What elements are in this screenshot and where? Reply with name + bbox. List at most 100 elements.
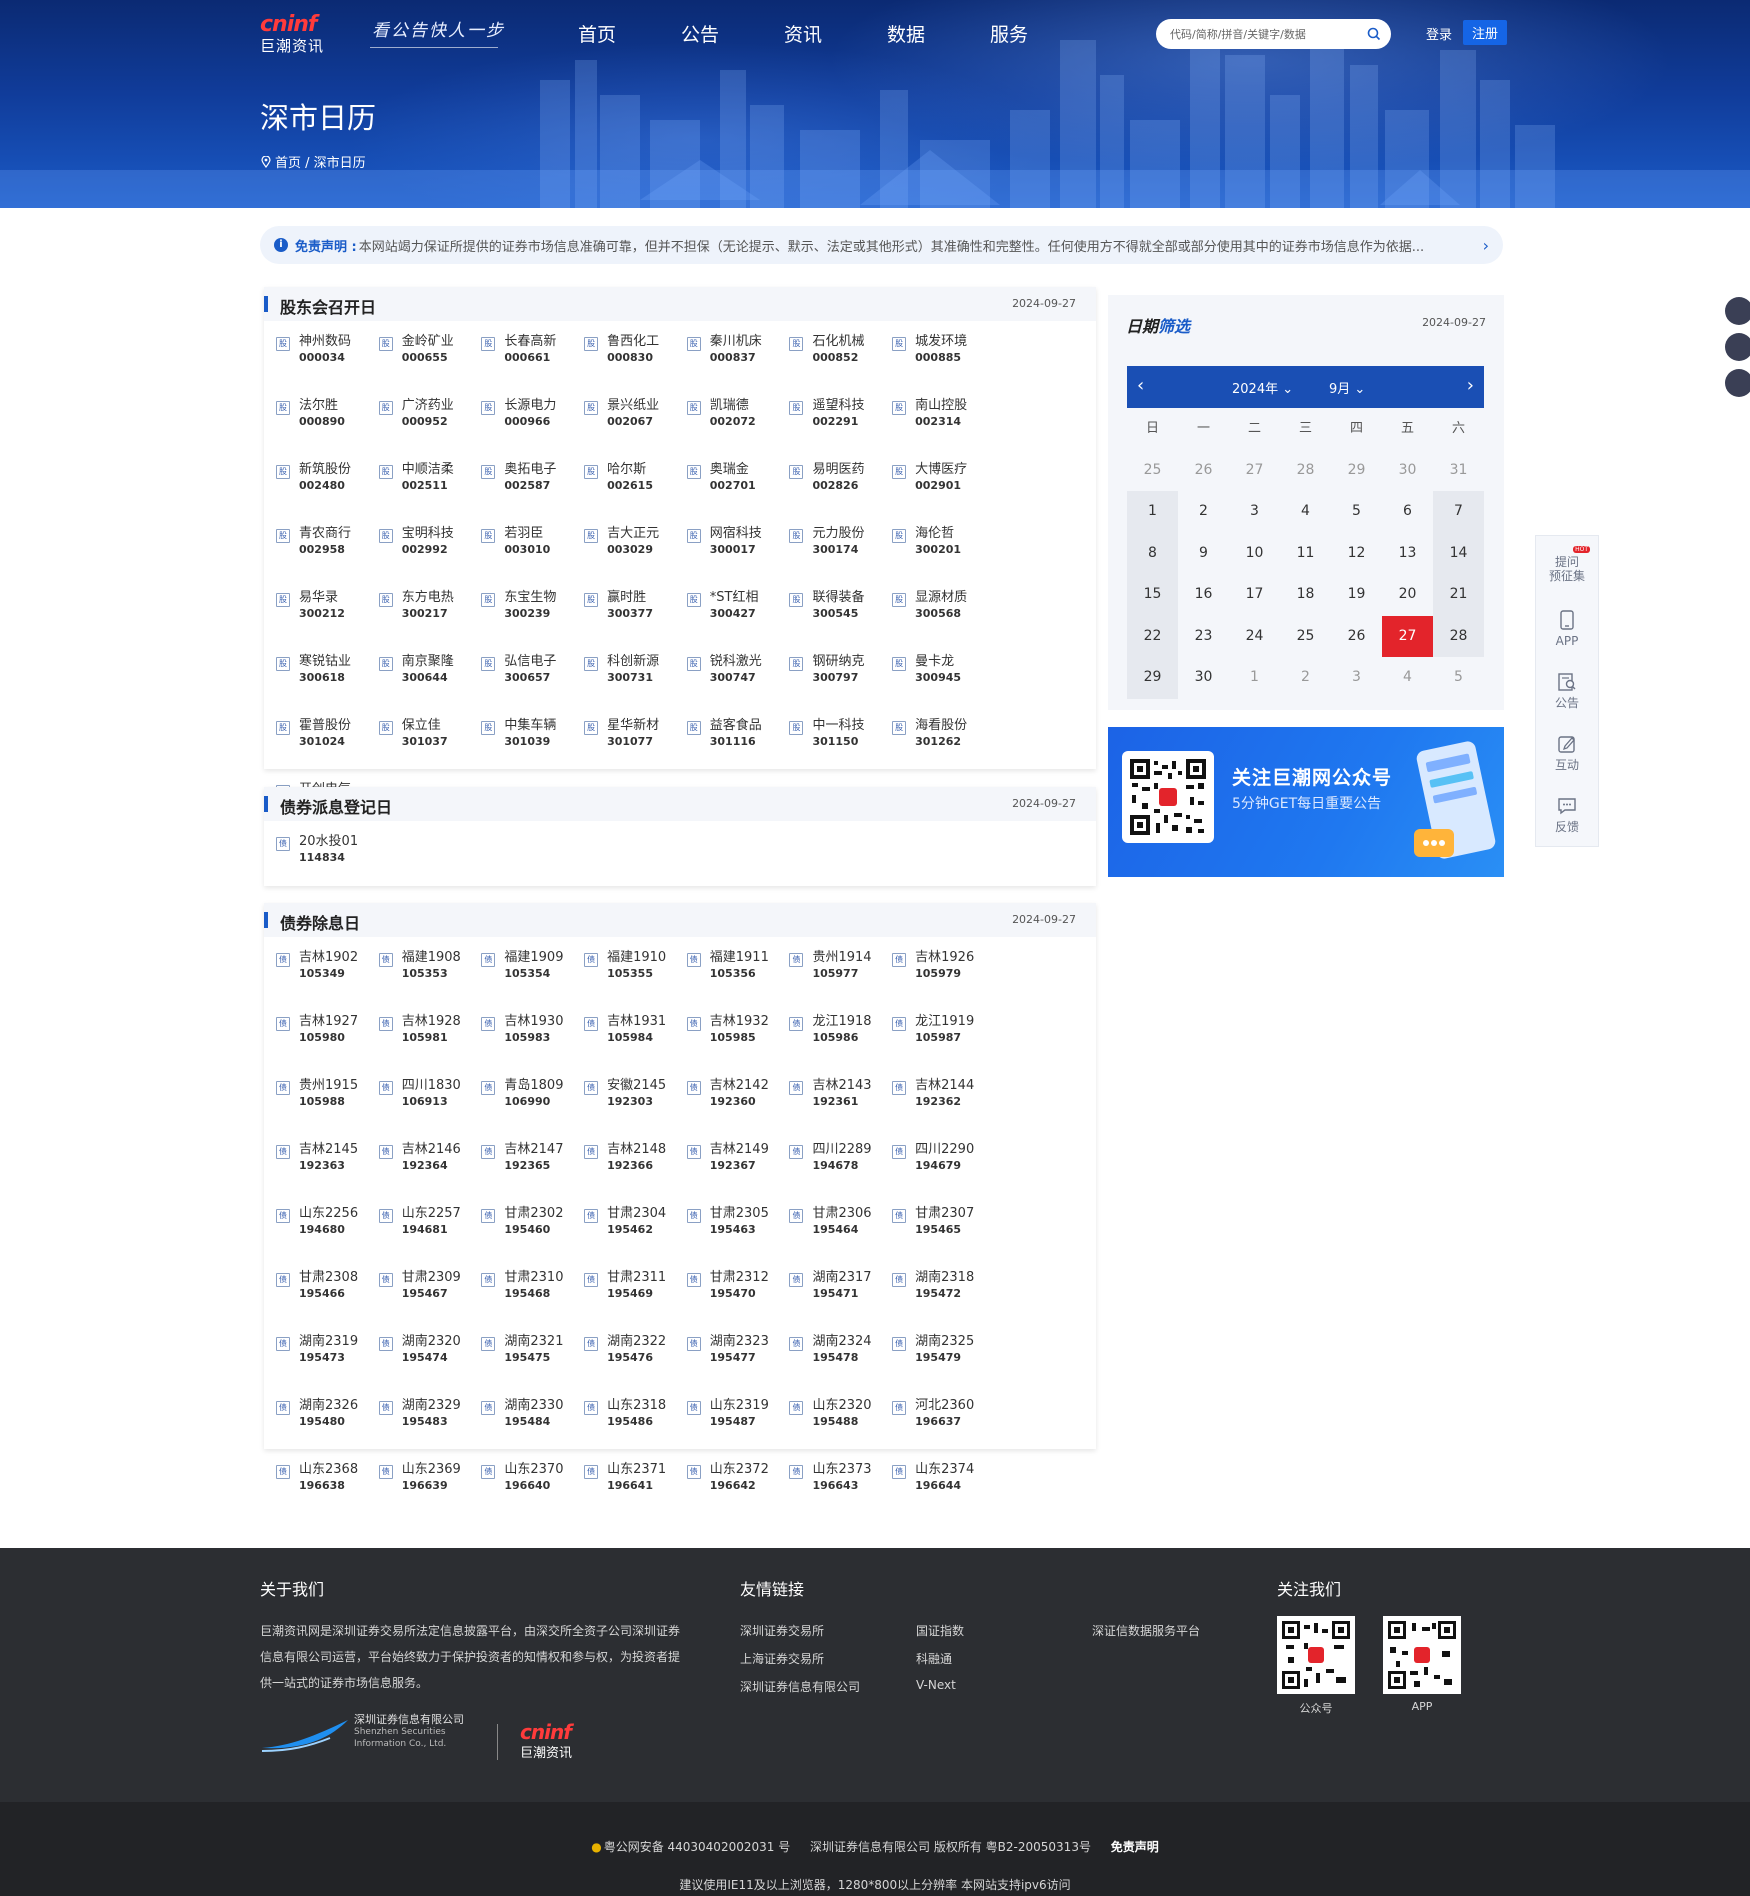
security-item[interactable]: 债湖南2324 195478: [789, 1333, 892, 1397]
security-item[interactable]: 债山东2373 196643: [789, 1461, 892, 1525]
security-item[interactable]: 债吉林2144 192362: [892, 1077, 995, 1141]
security-item[interactable]: 股钢研纳克 300797: [789, 653, 892, 717]
calendar-day[interactable]: 29: [1127, 657, 1178, 699]
calendar-day[interactable]: 26: [1178, 450, 1229, 492]
calendar-day[interactable]: 14: [1433, 532, 1484, 574]
security-item[interactable]: 股科创新源 300731: [584, 653, 687, 717]
breadcrumb-text[interactable]: 首页 / 深市日历: [275, 152, 366, 171]
nav-announcement[interactable]: 公告: [681, 20, 784, 47]
chevron-right-icon[interactable]: ›: [1467, 375, 1474, 396]
security-item[interactable]: 股广济药业 000952: [378, 397, 482, 461]
security-item[interactable]: 股网宿科技 300017: [686, 525, 790, 589]
calendar-day-selected[interactable]: 27: [1382, 615, 1433, 657]
security-item[interactable]: 债甘肃2307 195465: [892, 1205, 995, 1269]
calendar-day[interactable]: 23: [1178, 616, 1229, 658]
search-input[interactable]: [1170, 27, 1360, 41]
calendar-day[interactable]: 4: [1382, 657, 1433, 699]
security-item[interactable]: 债吉林2145 192363: [276, 1141, 379, 1205]
security-item[interactable]: 债湖南2318 195472: [892, 1269, 995, 1333]
calendar-day[interactable]: 4: [1280, 491, 1331, 533]
security-item[interactable]: 债吉林2149 192367: [686, 1141, 790, 1205]
security-item[interactable]: 股石化机械 000852: [789, 333, 892, 397]
security-item[interactable]: 债吉林1902 105349: [276, 949, 379, 1013]
tool-question-collect[interactable]: HOT 提问 预征集: [1536, 536, 1598, 598]
security-item[interactable]: 债吉林2143 192361: [789, 1077, 892, 1141]
security-item[interactable]: 债甘肃2304 195462: [584, 1205, 687, 1269]
security-item[interactable]: 债福建1911 105356: [686, 949, 790, 1013]
calendar-day[interactable]: 25: [1280, 616, 1331, 658]
calendar-day[interactable]: 24: [1229, 616, 1280, 658]
security-item[interactable]: 股易华录 300212: [276, 589, 379, 653]
security-item[interactable]: 股东宝生物 300239: [481, 589, 584, 653]
security-item[interactable]: 股弘信电子 300657: [481, 653, 584, 717]
security-item[interactable]: 债四川2290 194679: [892, 1141, 995, 1205]
calendar-day[interactable]: 25: [1127, 450, 1178, 492]
calendar-day[interactable]: 3: [1331, 657, 1382, 699]
security-item[interactable]: 债湖南2326 195480: [276, 1397, 379, 1461]
link-data-platform[interactable]: 深证信数据服务平台: [1092, 1622, 1200, 1639]
security-item[interactable]: 股秦川机床 000837: [686, 333, 790, 397]
security-item[interactable]: 债湖南2321 195475: [481, 1333, 584, 1397]
security-item[interactable]: 股奥拓电子 002587: [481, 461, 584, 525]
nav-data[interactable]: 数据: [887, 20, 990, 47]
security-item[interactable]: 债山东2372 196642: [686, 1461, 790, 1525]
nav-home[interactable]: 首页: [578, 20, 681, 47]
security-item[interactable]: 债吉林2147 192365: [481, 1141, 584, 1205]
security-item[interactable]: 债吉林2148 192366: [584, 1141, 687, 1205]
security-item[interactable]: 债吉林1932 105985: [686, 1013, 790, 1077]
security-item[interactable]: 股中集车辆 301039: [481, 717, 584, 781]
security-item[interactable]: 债甘肃2310 195468: [481, 1269, 584, 1333]
security-item[interactable]: 债湖南2317 195471: [789, 1269, 892, 1333]
calendar-day[interactable]: 5: [1433, 657, 1484, 699]
chevron-right-icon[interactable]: ›: [1483, 236, 1489, 255]
security-item[interactable]: 债吉林1930 105983: [481, 1013, 584, 1077]
security-item[interactable]: 股元力股份 300174: [789, 525, 892, 589]
chevron-left-icon[interactable]: ‹: [1137, 375, 1144, 396]
translate-float-button[interactable]: [1725, 369, 1750, 397]
icp-record[interactable]: 粤公网安备 44030402002031 号: [604, 1840, 791, 1854]
security-item[interactable]: 债四川1830 106913: [378, 1077, 482, 1141]
doc-float-button[interactable]: [1725, 297, 1750, 325]
security-item[interactable]: 股霍普股份 301024: [276, 717, 379, 781]
security-item[interactable]: 股曼卡龙 300945: [892, 653, 995, 717]
security-item[interactable]: 债吉林1928 105981: [378, 1013, 482, 1077]
security-item[interactable]: 股海看股份 301262: [892, 717, 995, 781]
security-item[interactable]: 股鲁西化工 000830: [584, 333, 687, 397]
calendar-day[interactable]: 1: [1127, 491, 1178, 533]
security-item[interactable]: 股东方电热 300217: [378, 589, 482, 653]
disclaimer-bar[interactable]: i 免责声明 : 本网站竭力保证所提供的证券市场信息准确可靠，但并不担保（无论提…: [260, 226, 1503, 264]
security-item[interactable]: 股新筑股份 002480: [276, 461, 379, 525]
security-item[interactable]: 股大博医疗 002901: [892, 461, 995, 525]
security-item[interactable]: 债湖南2320 195474: [378, 1333, 482, 1397]
security-item[interactable]: 债甘肃2305 195463: [686, 1205, 790, 1269]
security-item[interactable]: 债安徽2145 192303: [584, 1077, 687, 1141]
calendar-day[interactable]: 31: [1433, 450, 1484, 492]
security-item[interactable]: 债山东2368 196638: [276, 1461, 379, 1525]
month-select[interactable]: 9月 ⌄: [1329, 378, 1365, 397]
link-kerongtong[interactable]: 科融通: [916, 1650, 952, 1667]
security-item[interactable]: 债山东2371 196641: [584, 1461, 687, 1525]
security-item[interactable]: 债湖南2325 195479: [892, 1333, 995, 1397]
security-item[interactable]: 股金岭矿业 000655: [378, 333, 482, 397]
security-item[interactable]: 股长春高新 000661: [481, 333, 584, 397]
security-item[interactable]: 债河北2360 196637: [892, 1397, 995, 1461]
security-item[interactable]: 债青岛1809 106990: [481, 1077, 584, 1141]
security-item[interactable]: 债山东2318 195486: [584, 1397, 687, 1461]
calendar-day[interactable]: 29: [1331, 450, 1382, 492]
security-item[interactable]: 股益客食品 301116: [686, 717, 790, 781]
tool-announcement[interactable]: 公告: [1536, 660, 1598, 722]
calendar-day[interactable]: 5: [1331, 491, 1382, 533]
calendar-day[interactable]: 8: [1127, 532, 1178, 574]
security-item[interactable]: 股吉大正元 003029: [584, 525, 687, 589]
nav-service[interactable]: 服务: [990, 20, 1093, 47]
link-vnext[interactable]: V-Next: [916, 1678, 956, 1692]
calendar-day[interactable]: 13: [1382, 533, 1433, 575]
calendar-day[interactable]: 30: [1178, 657, 1229, 699]
calendar-day[interactable]: 16: [1178, 574, 1229, 616]
security-item[interactable]: 债福建1909 105354: [481, 949, 584, 1013]
calendar-day[interactable]: 1: [1229, 657, 1280, 699]
security-item[interactable]: 债山东2257 194681: [378, 1205, 482, 1269]
security-item[interactable]: 债湖南2319 195473: [276, 1333, 379, 1397]
link-szse[interactable]: 深圳证券交易所: [740, 1622, 824, 1639]
calendar-day[interactable]: 26: [1331, 616, 1382, 658]
